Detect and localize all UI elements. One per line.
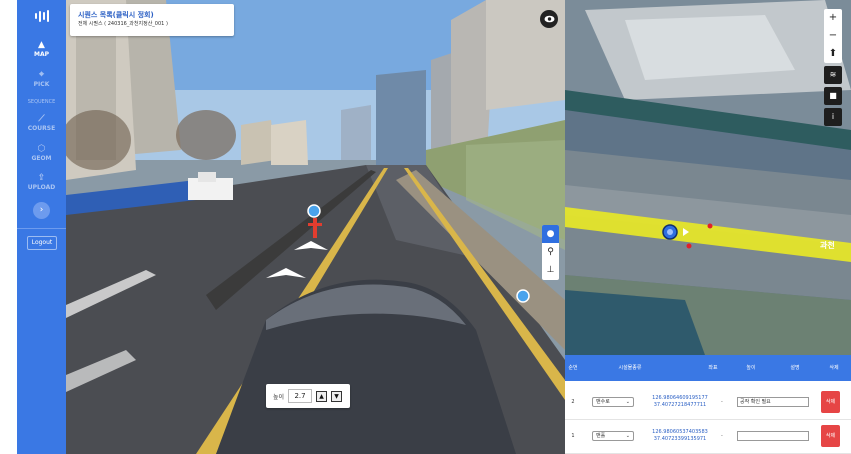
height-cell: - bbox=[721, 433, 723, 439]
geom-icon: ⬡ bbox=[37, 144, 46, 154]
sidebar-item-map[interactable]: ▲ MAP bbox=[17, 40, 66, 58]
height-down-button[interactable]: ▼ bbox=[331, 390, 343, 402]
map-icon: ▲ bbox=[38, 40, 45, 50]
table-row: 2 맨수로 ⌄ 126.98064609195177 37.40727218477… bbox=[565, 385, 851, 420]
row-number: 1 bbox=[571, 433, 575, 439]
height-cell: - bbox=[721, 399, 723, 405]
sidebar-item-label: GEOM bbox=[31, 155, 52, 162]
sidebar-item-geom[interactable]: ⬡ GEOM bbox=[17, 144, 66, 162]
type-select[interactable]: 맨홀 ⌄ bbox=[592, 431, 634, 441]
sidebar-divider bbox=[17, 228, 66, 229]
expand-sidebar-button[interactable]: › bbox=[33, 202, 50, 219]
row-number: 2 bbox=[571, 399, 575, 405]
chevron-down-icon: ⌄ bbox=[625, 399, 630, 405]
pin-tool-icon[interactable]: ⚲ bbox=[542, 243, 559, 261]
person-marker-icon[interactable]: ● bbox=[542, 225, 559, 243]
upload-icon: ⇪ bbox=[37, 173, 46, 183]
road-label: 과천 bbox=[820, 241, 835, 250]
coord-x: 126.98064609195177 bbox=[652, 395, 708, 401]
height-control: 높이 2.7 ▲ ▼ bbox=[266, 384, 350, 408]
type-value: 맨수로 bbox=[596, 399, 610, 405]
facility-table: 순번 시설물종류 좌표 높이 설명 삭제 2 맨수로 ⌄ 126.98064609… bbox=[565, 355, 851, 454]
street-view-tools: ● ⚲ ⊥ bbox=[542, 225, 559, 280]
layers-icon[interactable]: ≋ bbox=[824, 66, 842, 84]
sidebar-item-label: PICK bbox=[33, 81, 50, 88]
chevron-down-icon: ⌄ bbox=[625, 433, 630, 439]
header-note: 설명 bbox=[790, 365, 800, 371]
coord-y: 37.40727218477711 bbox=[653, 402, 707, 408]
height-input[interactable]: 2.7 bbox=[288, 389, 313, 403]
sequence-subtitle: 전체 시퀀스 ( 240316_과천지정산_001 ) bbox=[78, 21, 168, 27]
sidebar-item-pick[interactable]: ⌖ PICK bbox=[17, 70, 66, 88]
pole-tool-icon[interactable]: ⊥ bbox=[542, 261, 559, 279]
type-select[interactable]: 맨수로 ⌄ bbox=[592, 397, 634, 407]
satellite-map-image bbox=[565, 0, 851, 355]
delete-button[interactable]: 삭제 bbox=[821, 391, 840, 413]
compass-button[interactable]: ⬆ bbox=[824, 45, 842, 63]
header-delete: 삭제 bbox=[829, 365, 839, 371]
coord-y: 37.40723399135971 bbox=[653, 436, 707, 442]
coordinate-cell: 126.98060537403583 37.40723399135971 bbox=[645, 429, 715, 443]
height-up-button[interactable]: ▲ bbox=[316, 390, 328, 402]
logout-button[interactable]: Logout bbox=[27, 236, 57, 250]
header-type: 시설물종류 bbox=[618, 365, 642, 371]
sidebar-item-label: MAP bbox=[33, 51, 49, 58]
header-height: 높이 bbox=[746, 365, 756, 371]
coordinate-cell: 126.98064609195177 37.40727218477711 bbox=[645, 395, 715, 409]
note-input[interactable] bbox=[737, 431, 809, 441]
note-input[interactable]: 공작 확인 필요 bbox=[737, 397, 809, 407]
coord-x: 126.98060537403583 bbox=[652, 429, 708, 435]
sidebar: ▲ MAP ⌖ PICK SEQUENCE ⟋ COURSE ⬡ GEOM ⇪ … bbox=[17, 0, 66, 454]
pick-icon: ⌖ bbox=[38, 70, 45, 80]
camera-icon[interactable]: ■ bbox=[824, 87, 842, 105]
map-controls: + − ⬆ ≋ ■ i bbox=[824, 9, 842, 126]
eye-toggle-button[interactable] bbox=[540, 10, 558, 28]
sidebar-item-upload[interactable]: ⇪ UPLOAD bbox=[17, 173, 66, 191]
zoom-in-button[interactable]: + bbox=[824, 9, 842, 27]
table-header: 순번 시설물종류 좌표 높이 설명 삭제 bbox=[565, 355, 851, 381]
sidebar-item-course[interactable]: ⟋ COURSE bbox=[17, 114, 66, 132]
app-frame: ▲ MAP ⌖ PICK SEQUENCE ⟋ COURSE ⬡ GEOM ⇪ … bbox=[0, 0, 851, 454]
zoom-out-button[interactable]: − bbox=[824, 27, 842, 45]
satellite-map[interactable]: 과천 + − ⬆ ≋ ■ i bbox=[565, 0, 851, 355]
course-icon: ⟋ bbox=[38, 114, 45, 124]
table-row: 1 맨홀 ⌄ 126.98060537403583 37.407233991359… bbox=[565, 419, 851, 454]
app-logo-icon bbox=[17, 6, 66, 26]
street-view-panel[interactable]: 시퀀스 목록(클릭시 정회) 전체 시퀀스 ( 240316_과천지정산_001… bbox=[66, 0, 565, 454]
info-icon[interactable]: i bbox=[824, 108, 842, 126]
sidebar-item-sequence[interactable]: SEQUENCE bbox=[17, 99, 66, 105]
sidebar-item-label: UPLOAD bbox=[27, 184, 56, 191]
header-coord: 좌표 bbox=[708, 365, 718, 371]
sequence-info-box[interactable]: 시퀀스 목록(클릭시 정회) 전체 시퀀스 ( 240316_과천지정산_001… bbox=[70, 4, 234, 36]
type-value: 맨홀 bbox=[596, 433, 606, 439]
delete-button[interactable]: 삭제 bbox=[821, 425, 840, 447]
sequence-title: 시퀀스 목록(클릭시 정회) bbox=[78, 11, 154, 19]
header-num: 순번 bbox=[568, 365, 578, 371]
height-label: 높이 bbox=[273, 393, 285, 401]
sidebar-item-label: COURSE bbox=[27, 125, 56, 132]
eye-icon bbox=[544, 15, 554, 23]
